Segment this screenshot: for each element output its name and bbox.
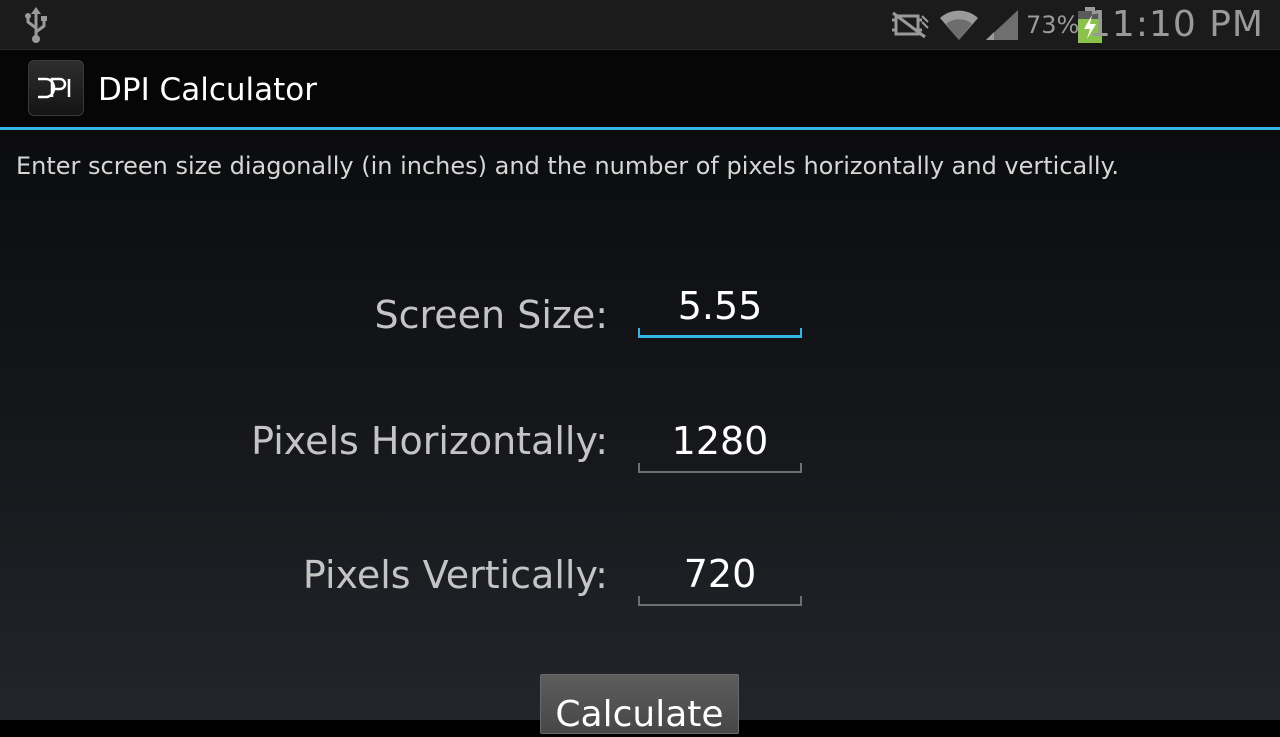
pixels-horizontally-label: Pixels Horizontally: [251, 419, 608, 463]
status-bar: 73% 11:10 PM [0, 0, 1280, 50]
app-icon[interactable] [28, 60, 84, 116]
clock: 11:10 PM [1088, 4, 1264, 45]
calculate-button-label: Calculate [555, 694, 724, 735]
pixels-vertically-input[interactable]: 720 [638, 550, 802, 606]
calculate-button[interactable]: Calculate [540, 674, 739, 735]
pixels-vertically-label: Pixels Vertically: [302, 553, 608, 597]
mute-icon [890, 10, 930, 40]
screen-size-input[interactable]: 5.55 [638, 282, 802, 338]
pixels-horizontally-input[interactable]: 1280 [638, 417, 802, 473]
wifi-icon [938, 8, 980, 42]
instructions-text: Enter screen size diagonally (in inches)… [16, 152, 1119, 180]
usb-icon [22, 6, 50, 44]
action-bar: DPI Calculator [0, 50, 1280, 127]
screen-size-value: 5.55 [677, 284, 763, 328]
main-content: Enter screen size diagonally (in inches)… [0, 130, 1280, 735]
signal-icon [984, 8, 1020, 42]
pixels-vertically-underline [638, 596, 802, 606]
pixels-vertically-value: 720 [683, 552, 757, 596]
pixels-horizontally-underline [638, 463, 802, 473]
dpi-logo-icon [38, 77, 71, 99]
screen-size-label: Screen Size: [374, 293, 608, 337]
app-title: DPI Calculator [98, 72, 317, 108]
battery-percent: 73% [1026, 11, 1080, 39]
screen-size-underline [638, 328, 802, 338]
pixels-horizontally-value: 1280 [671, 419, 769, 463]
